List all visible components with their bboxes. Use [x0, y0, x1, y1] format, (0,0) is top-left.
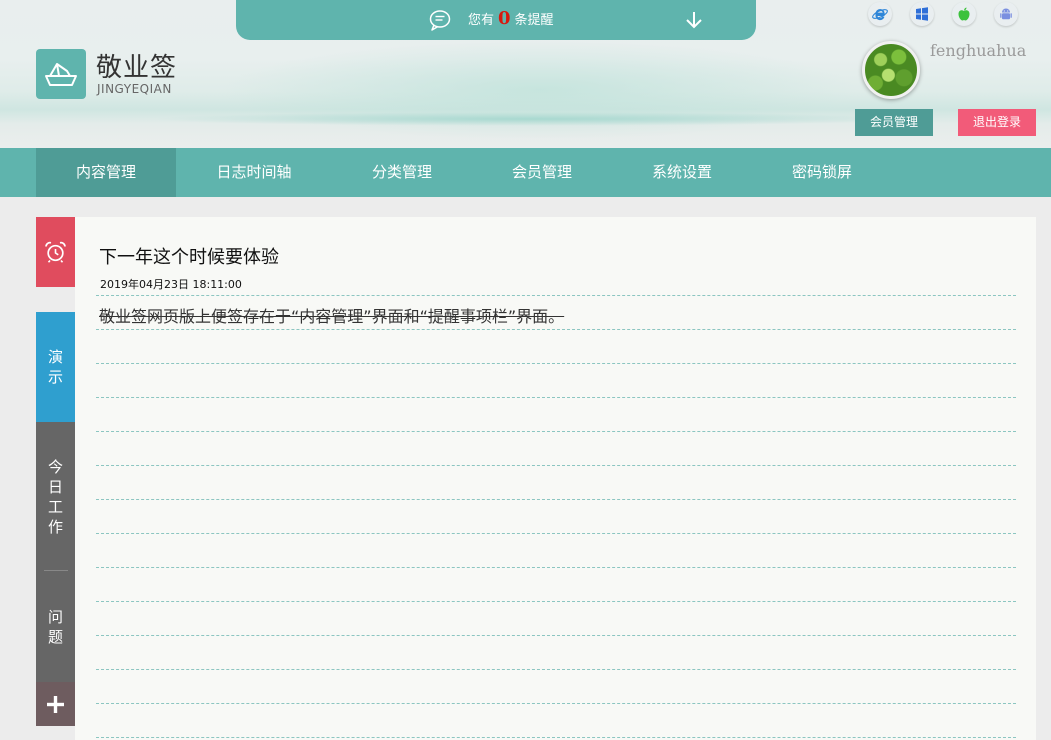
- windows-icon[interactable]: [910, 2, 934, 26]
- header-background-water: [150, 112, 910, 126]
- arrow-down-icon[interactable]: [682, 8, 706, 32]
- reminder-tab[interactable]: [36, 217, 75, 287]
- add-category-button[interactable]: [36, 682, 75, 726]
- avatar[interactable]: [862, 41, 920, 99]
- logout-button[interactable]: 退出登录: [958, 109, 1036, 136]
- note-ruled-line: [96, 533, 1016, 534]
- note-ruled-line: [96, 669, 1016, 670]
- plus-icon: [47, 696, 64, 713]
- reminder-text: 您有 0 条提醒: [468, 9, 554, 31]
- nav-item-log-timeline[interactable]: 日志时间轴: [184, 148, 324, 197]
- reminder-bar[interactable]: 您有 0 条提醒: [236, 0, 756, 40]
- sidebar-demo-char: 演: [47, 348, 63, 366]
- nav-item-system-settings[interactable]: 系统设置: [612, 148, 752, 197]
- note-ruled-line: [96, 635, 1016, 636]
- sidebar-tab-today-work[interactable]: 今 日 工 作 问 题: [36, 422, 75, 682]
- sidebar-work-char: 日: [47, 478, 63, 496]
- apple-icon[interactable]: [952, 2, 976, 26]
- reminder-prefix: 您有: [468, 13, 495, 28]
- note-ruled-line: [96, 703, 1016, 704]
- nav-item-content-management[interactable]: 内容管理: [36, 148, 176, 197]
- sidebar-divider: [44, 570, 68, 571]
- note-content[interactable]: 敬业签网页版上便签存在于“内容管理”界面和“提醒事项栏”界面。: [99, 303, 564, 327]
- header: 您有 0 条提醒 敬业签 JINGYEQIAN fenghuahua 会员管理 退出: [0, 0, 1051, 148]
- note-ruled-line: [96, 431, 1016, 432]
- sidebar-demo-char: 示: [47, 368, 63, 386]
- note-ruled-line: [96, 499, 1016, 500]
- note-timestamp: 2019年04月23日 18:11:00: [100, 278, 242, 291]
- logo[interactable]: [36, 49, 86, 99]
- member-management-button[interactable]: 会员管理: [855, 109, 933, 136]
- sidebar-work-char: 作: [47, 518, 63, 536]
- nav-item-category-management[interactable]: 分类管理: [332, 148, 472, 197]
- note-ruled-line: [96, 601, 1016, 602]
- ie-icon[interactable]: [868, 2, 892, 26]
- note-ruled-line: [96, 295, 1016, 296]
- sidebar-work-char: 工: [47, 498, 63, 516]
- nav-item-password-lock[interactable]: 密码锁屏: [752, 148, 892, 197]
- note-ruled-line: [96, 465, 1016, 466]
- note-ruled-line: [96, 329, 1016, 330]
- note-ruled-line: [96, 363, 1016, 364]
- main-nav: 内容管理 日志时间轴 分类管理 会员管理 系统设置 密码锁屏: [0, 148, 1051, 197]
- sidebar-question-char: 题: [47, 628, 63, 646]
- chat-bubble-icon: [429, 10, 451, 31]
- brand-subtitle: JINGYEQIAN: [97, 82, 172, 96]
- logo-boat-icon: [45, 63, 77, 86]
- note-ruled-line: [96, 567, 1016, 568]
- note-ruled-line: [96, 737, 1016, 738]
- alarm-clock-icon: [45, 241, 66, 263]
- brand-name: 敬业签: [96, 53, 178, 83]
- username[interactable]: fenghuahua: [930, 41, 1026, 60]
- sidebar-work-char: 今: [47, 458, 63, 476]
- note-panel: 下一年这个时候要体验 2019年04月23日 18:11:00 敬业签网页版上便…: [75, 217, 1036, 740]
- reminder-count: 0: [498, 8, 511, 29]
- note-title[interactable]: 下一年这个时候要体验: [99, 243, 279, 269]
- sidebar-question-char: 问: [47, 608, 63, 626]
- sidebar-tab-demo[interactable]: 演 示: [36, 312, 75, 422]
- nav-item-member-management[interactable]: 会员管理: [472, 148, 612, 197]
- android-icon[interactable]: [994, 2, 1018, 26]
- note-ruled-line: [96, 397, 1016, 398]
- reminder-suffix: 条提醒: [514, 13, 554, 28]
